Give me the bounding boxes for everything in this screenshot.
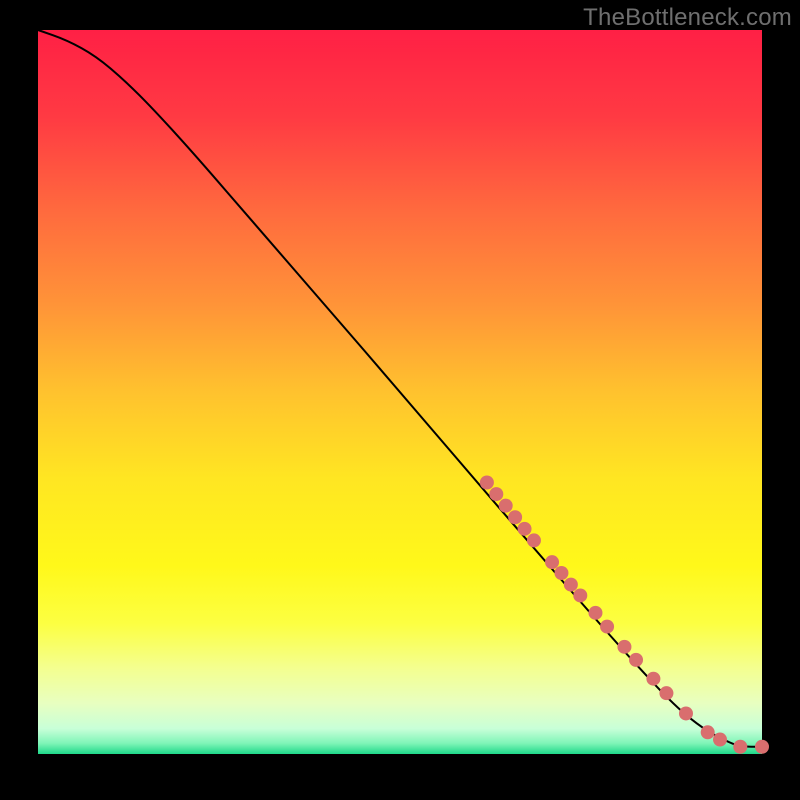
watermark-text: TheBottleneck.com [583, 4, 792, 32]
data-marker [733, 740, 747, 754]
data-marker [527, 533, 541, 547]
data-marker [617, 640, 631, 654]
data-marker [518, 522, 532, 536]
data-marker [564, 578, 578, 592]
data-marker [508, 510, 522, 524]
plot-svg [38, 30, 762, 754]
plot-area [38, 30, 762, 754]
data-marker [554, 566, 568, 580]
data-marker [701, 725, 715, 739]
data-marker [659, 686, 673, 700]
data-marker [755, 740, 769, 754]
data-marker [480, 476, 494, 490]
data-marker [573, 588, 587, 602]
data-marker [646, 672, 660, 686]
data-marker [713, 733, 727, 747]
data-marker [679, 706, 693, 720]
data-marker [629, 653, 643, 667]
data-marker [499, 499, 513, 513]
data-marker [489, 487, 503, 501]
chart-frame: TheBottleneck.com [0, 0, 800, 800]
data-marker [545, 555, 559, 569]
data-marker [600, 620, 614, 634]
data-marker [588, 606, 602, 620]
